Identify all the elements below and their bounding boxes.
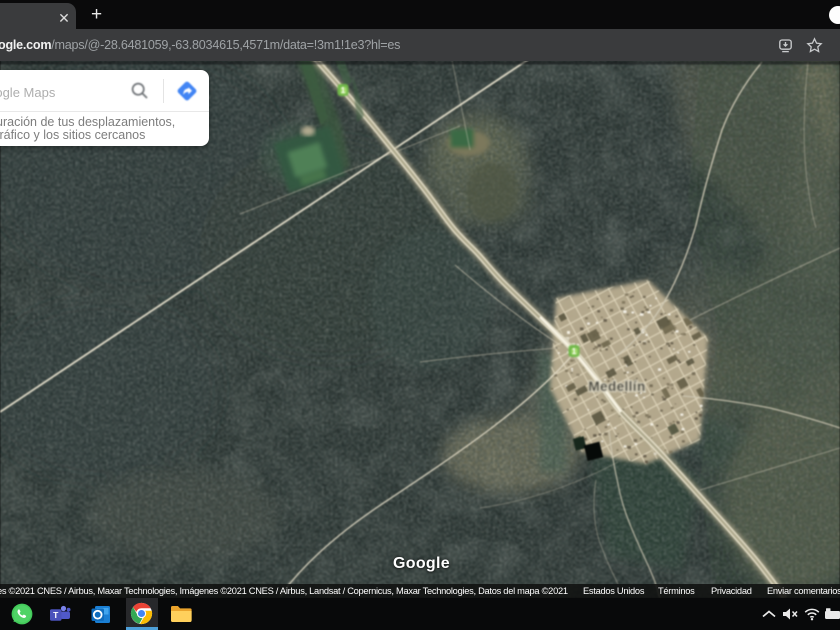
svg-text:T: T — [53, 610, 59, 620]
svg-text:1: 1 — [572, 347, 577, 356]
svg-text:Medellín: Medellín — [588, 379, 645, 394]
svg-text:1: 1 — [341, 86, 346, 95]
